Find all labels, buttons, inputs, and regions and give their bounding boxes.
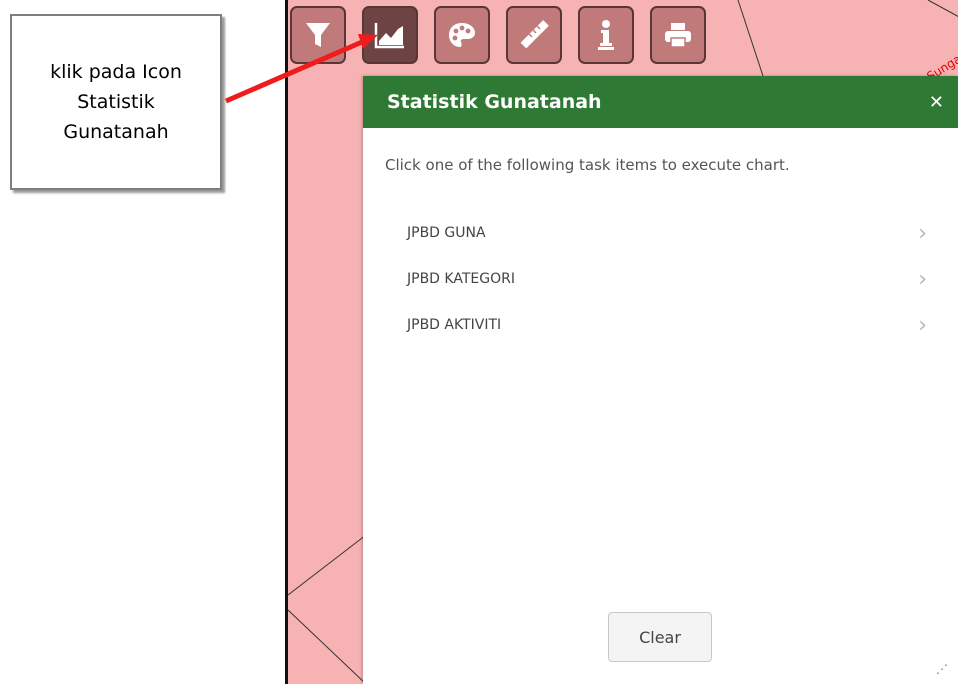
panel-title: Statistik Gunatanah [387, 91, 602, 113]
chevron-right-icon: › [918, 266, 927, 292]
task-label: JPBD GUNA [407, 225, 486, 241]
task-label: JPBD AKTIVITI [407, 317, 502, 333]
task-list: JPBD GUNA › JPBD KATEGORI › JPBD AKTIVIT… [407, 210, 927, 348]
chevron-right-icon: › [918, 220, 927, 246]
panel-instruction: Click one of the following task items to… [385, 156, 790, 174]
task-label: JPBD KATEGORI [407, 271, 515, 287]
chevron-right-icon: › [918, 312, 927, 338]
task-item-jpbd-kategori[interactable]: JPBD KATEGORI › [407, 256, 927, 302]
task-item-jpbd-aktiviti[interactable]: JPBD AKTIVITI › [407, 302, 927, 348]
task-item-jpbd-guna[interactable]: JPBD GUNA › [407, 210, 927, 256]
close-icon[interactable]: ✕ [929, 92, 944, 113]
statistik-gunatanah-panel: Statistik Gunatanah ✕ Click one of the f… [363, 76, 958, 684]
panel-header: Statistik Gunatanah ✕ [363, 76, 958, 128]
clear-button[interactable]: Clear [608, 612, 712, 662]
resize-handle-icon[interactable]: ⋰ [936, 662, 948, 676]
